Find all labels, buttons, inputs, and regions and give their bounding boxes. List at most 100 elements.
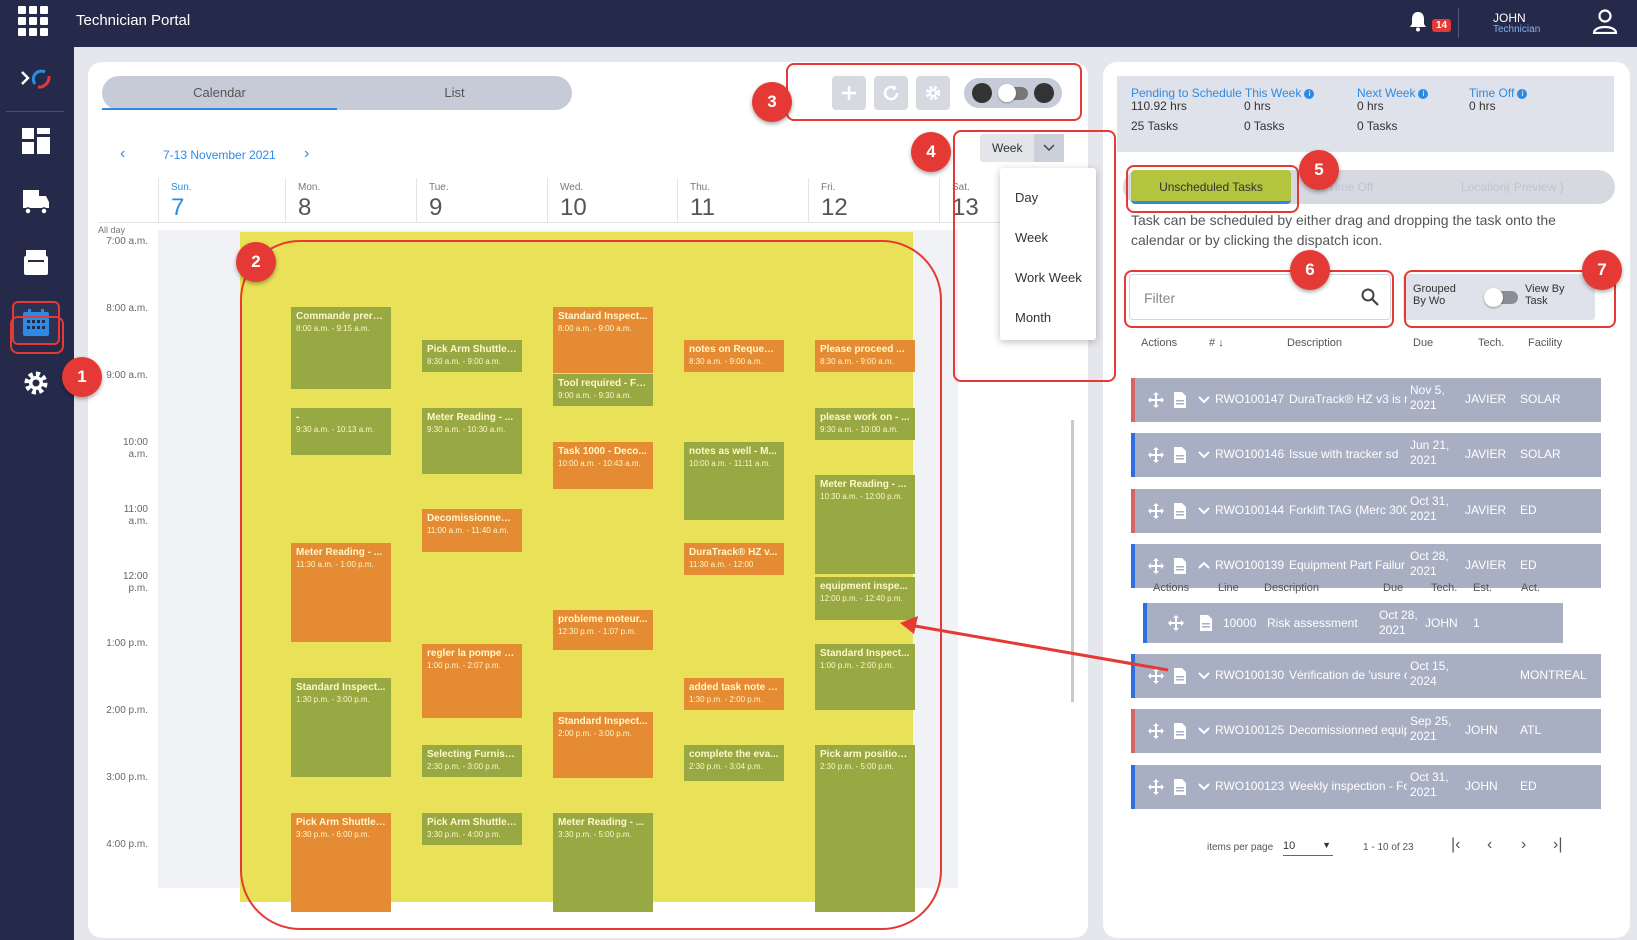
task-row[interactable]: RWO100125 Decomissionned equip Sep 25, 202… (1131, 709, 1601, 753)
day-name: Tue. (429, 182, 449, 193)
work-order-due: Oct 31, 2021 (1410, 770, 1449, 799)
time-label: 11:00 a.m. (123, 504, 148, 527)
annotation-marker-2: 2 (236, 242, 276, 282)
sub-col-est: Est. (1473, 582, 1492, 594)
items-per-page-select[interactable]: 10 ▼ (1283, 840, 1333, 856)
chevron-down-icon[interactable] (1197, 670, 1211, 681)
bell-icon[interactable] (1408, 10, 1428, 32)
work-order-due: Jun 21, 2021 (1410, 438, 1450, 467)
prev-week-button[interactable]: ‹ (120, 145, 125, 163)
annotation-marker-7: 7 (1582, 250, 1622, 290)
annotation-marker-1: 1 (62, 357, 102, 397)
time-label: 9:00 a.m. (106, 370, 148, 381)
chevron-down-icon[interactable] (1197, 781, 1211, 792)
sub-col-line: Line (1218, 582, 1239, 594)
sidebar-item-assets[interactable] (12, 179, 60, 223)
day-number: 10 (560, 194, 587, 221)
time-label: 8:00 a.m. (106, 303, 148, 314)
tab-location-preview[interactable]: Location( Preview ) (1461, 170, 1564, 204)
work-order-number: RWO100125 (1215, 723, 1285, 737)
day-number: 7 (171, 194, 185, 221)
task-row[interactable]: RWO100144 Forklift TAG (Merc 300 Oct 31, 2… (1131, 489, 1601, 533)
user-avatar-icon[interactable] (1592, 8, 1618, 34)
col2-hours: 0 hrs (1244, 99, 1271, 113)
document-icon[interactable] (1173, 557, 1187, 575)
day-header[interactable]: Tue. 9 (416, 178, 546, 223)
day-header[interactable]: Thu. 11 (677, 178, 807, 223)
sidebar-item-inbox[interactable] (12, 241, 60, 285)
document-icon[interactable] (1173, 667, 1187, 685)
chevron-down-icon[interactable] (1197, 449, 1211, 460)
sidebar-item-dashboard[interactable] (12, 119, 60, 163)
calendar-scrollbar[interactable] (1071, 420, 1074, 702)
next-week-button[interactable]: › (304, 145, 309, 163)
sub-col-actions: Actions (1153, 582, 1190, 594)
work-order-facility: ED (1520, 779, 1537, 793)
logo-icon (21, 69, 51, 89)
annotation-box-3 (786, 63, 1082, 121)
divider (1458, 8, 1459, 38)
document-icon[interactable] (1173, 778, 1187, 796)
task-row[interactable]: RWO100130 Vérification de 'usure c Oct 15,… (1131, 654, 1601, 698)
caret-down-icon: ▼ (1322, 840, 1331, 850)
chevron-down-icon[interactable] (1197, 394, 1211, 405)
dashboard-icon (22, 128, 50, 154)
document-icon[interactable] (1199, 614, 1213, 632)
task-row[interactable]: RWO100146 Issue with tracker sd Jun 21, 20… (1131, 433, 1601, 477)
work-order-description: DuraTrack® HZ v3 is r (1289, 392, 1407, 406)
col-facility: Facility (1528, 337, 1563, 349)
work-order-tech: JAVIER (1465, 558, 1507, 572)
sidebar-item-home[interactable] (12, 57, 60, 101)
time-off-label: Time Off i (1469, 86, 1528, 100)
drag-move-icon[interactable] (1147, 446, 1165, 464)
day-header[interactable]: Fri. 12 (808, 178, 938, 223)
document-icon[interactable] (1173, 446, 1187, 464)
drag-move-icon[interactable] (1167, 614, 1185, 632)
time-label: 12:00 p.m. (122, 571, 148, 594)
all-day-label: All day (98, 225, 126, 235)
time-label: 10:00 a.m. (122, 437, 148, 460)
day-header[interactable]: Mon. 8 (285, 178, 415, 223)
tab-list[interactable]: List (337, 76, 572, 110)
last-page-button[interactable]: ›| (1553, 836, 1562, 854)
line-est: 1 (1473, 616, 1480, 630)
work-order-facility: SOLAR (1520, 447, 1561, 461)
work-order-number: RWO100130 (1215, 668, 1285, 682)
sub-col-description: Description (1264, 582, 1320, 594)
document-icon[interactable] (1173, 502, 1187, 520)
info-icon: i (1304, 89, 1315, 99)
drag-move-icon[interactable] (1147, 778, 1165, 796)
sort-down-icon: ↓ (1218, 337, 1224, 349)
work-order-tech: JAVIER (1465, 503, 1507, 517)
day-header[interactable]: Wed. 10 (547, 178, 677, 223)
task-line-row[interactable]: 10000 Risk assessment Oct 28, 2021 JOHN … (1143, 603, 1563, 643)
first-page-button[interactable]: |‹ (1451, 836, 1460, 854)
chevron-down-icon[interactable] (1197, 505, 1211, 516)
pending-label: Pending to Schedule This Week i (1131, 86, 1315, 100)
document-icon[interactable] (1173, 391, 1187, 409)
sidebar-item-settings[interactable] (12, 361, 60, 405)
chevron-up-icon[interactable] (1197, 560, 1211, 571)
prev-page-button[interactable]: ‹ (1487, 836, 1492, 854)
drag-move-icon[interactable] (1147, 667, 1165, 685)
task-row[interactable]: RWO100123 Weekly inspection - Fo Oct 31, 2… (1131, 765, 1601, 809)
work-order-number: RWO100139 (1215, 558, 1285, 572)
app-title: Technician Portal (76, 12, 191, 29)
work-order-description: Equipment Part Failur (1289, 558, 1406, 572)
tab-calendar[interactable]: Calendar (102, 76, 337, 110)
task-row[interactable]: RWO100147 DuraTrack® HZ v3 is r Nov 5, 202… (1131, 378, 1601, 422)
drag-move-icon[interactable] (1147, 557, 1165, 575)
app-launcher-icon[interactable] (18, 6, 48, 36)
pending-tasks: 25 Tasks (1131, 119, 1179, 133)
col-number[interactable]: # ↓ (1209, 337, 1224, 349)
chevron-down-icon[interactable] (1197, 725, 1211, 736)
drag-move-icon[interactable] (1147, 502, 1165, 520)
document-icon[interactable] (1173, 722, 1187, 740)
work-order-facility: ED (1520, 503, 1537, 517)
day-header[interactable]: Sun. 7 (158, 178, 288, 223)
next-page-button[interactable]: › (1521, 836, 1526, 854)
drag-move-icon[interactable] (1147, 391, 1165, 409)
day-name: Thu. (690, 182, 711, 193)
drag-move-icon[interactable] (1147, 722, 1165, 740)
user-name[interactable]: JOHN (1493, 11, 1526, 25)
